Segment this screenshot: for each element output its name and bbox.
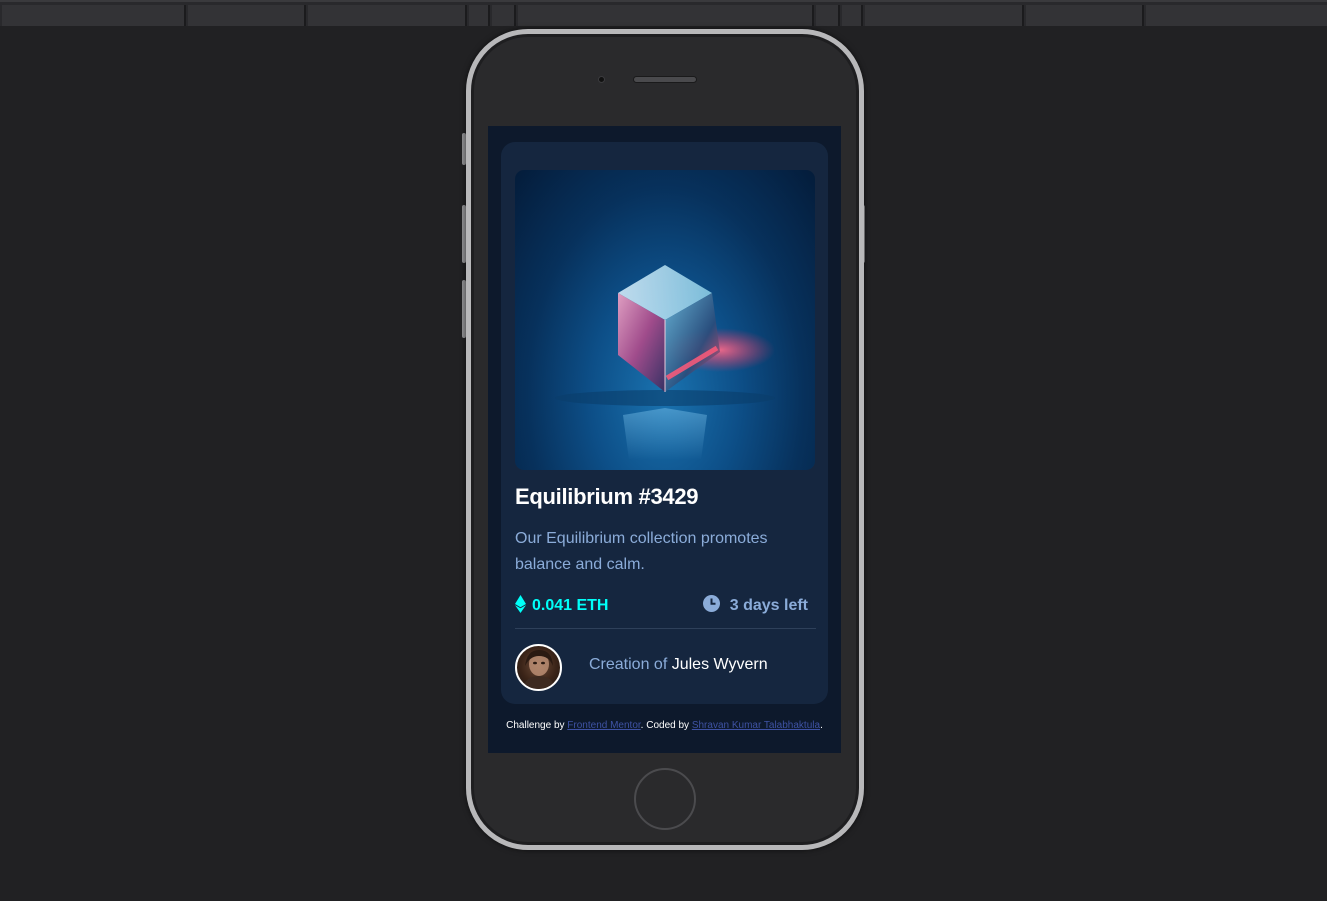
card-divider bbox=[515, 628, 816, 629]
phone-screen: Equilibrium #3429 Our Equilibrium collec… bbox=[488, 126, 841, 753]
toolbar-segment[interactable] bbox=[842, 5, 863, 26]
toolbar-segment[interactable] bbox=[308, 5, 467, 26]
toolbar-segment[interactable] bbox=[1146, 5, 1327, 26]
nft-image[interactable] bbox=[515, 170, 815, 470]
toolbar-segment[interactable] bbox=[816, 5, 840, 26]
ethereum-icon bbox=[515, 594, 526, 619]
creator-name-link[interactable]: Jules Wyvern bbox=[672, 656, 768, 673]
toolbar-segment[interactable] bbox=[865, 5, 1024, 26]
device-toolbar bbox=[0, 0, 1327, 26]
creator-avatar-image bbox=[523, 650, 555, 689]
clock-icon bbox=[702, 595, 720, 617]
coder-link[interactable]: Shravan Kumar Talabhaktula bbox=[692, 720, 820, 731]
nft-title[interactable]: Equilibrium #3429 bbox=[515, 484, 699, 510]
toolbar-segment[interactable] bbox=[492, 5, 516, 26]
toolbar-segment[interactable] bbox=[2, 5, 186, 26]
toolbar-segment[interactable] bbox=[469, 5, 490, 26]
toolbar-segment[interactable] bbox=[1026, 5, 1144, 26]
creator-line: Creation of Jules Wyvern bbox=[589, 656, 768, 674]
attribution-footer: Challenge by Frontend Mentor. Coded by S… bbox=[488, 720, 841, 731]
price-value: 0.041 ETH bbox=[532, 597, 609, 614]
nft-card: Equilibrium #3429 Our Equilibrium collec… bbox=[501, 142, 828, 704]
toolbar-segment[interactable] bbox=[518, 5, 814, 26]
equilibrium-cube-image bbox=[555, 265, 775, 460]
frontend-mentor-link[interactable]: Frontend Mentor bbox=[567, 720, 640, 731]
avatar bbox=[515, 644, 562, 691]
challenge-prefix: Challenge by bbox=[506, 720, 565, 731]
time-left-info: 3 days left bbox=[702, 594, 808, 618]
nft-description: Our Equilibrium collection promotes bala… bbox=[515, 530, 768, 573]
toolbar-segment[interactable] bbox=[188, 5, 306, 26]
home-button[interactable] bbox=[634, 768, 696, 830]
price-info: 0.041 ETH bbox=[515, 594, 608, 618]
coded-prefix: . Coded by bbox=[640, 720, 690, 731]
front-camera bbox=[598, 76, 605, 83]
time-left-value: 3 days left bbox=[729, 597, 808, 614]
footer-suffix: . bbox=[820, 720, 823, 731]
creator-prefix: Creation of bbox=[589, 656, 668, 673]
earpiece-speaker bbox=[633, 76, 697, 83]
